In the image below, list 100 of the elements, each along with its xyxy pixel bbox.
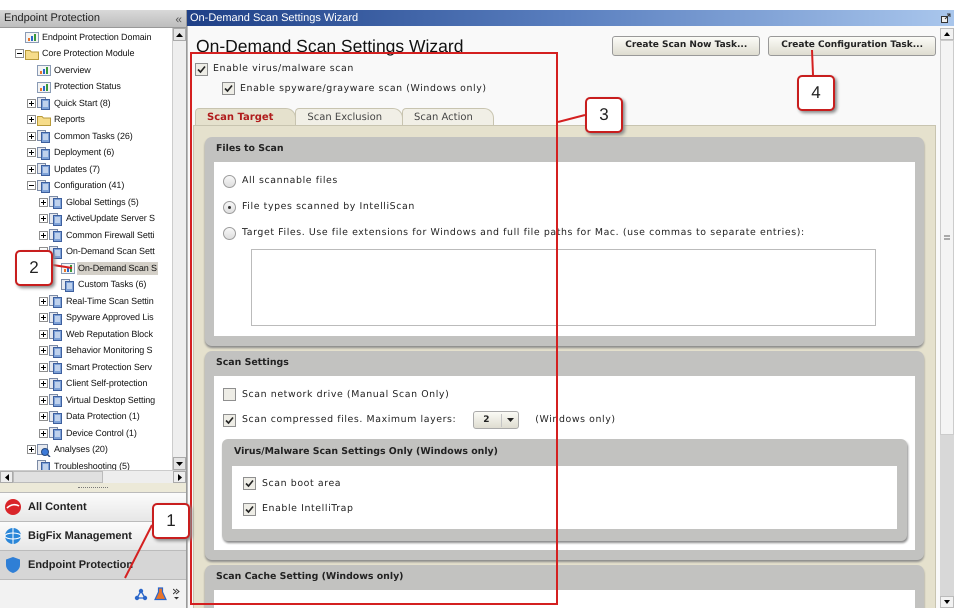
caret-icon xyxy=(507,418,514,422)
tree-item[interactable]: Device Control (1) xyxy=(65,426,138,440)
option-label: Enable spyware/grayware scan (Windows only) xyxy=(240,82,487,96)
expand-toggle-icon[interactable] xyxy=(26,445,36,454)
checkbox[interactable] xyxy=(222,82,235,95)
scroll-right-icon[interactable] xyxy=(178,474,182,480)
callout-tooltip: 1 xyxy=(152,503,190,539)
radio-button[interactable] xyxy=(223,226,236,240)
option-label: Enable virus/malware scan xyxy=(213,62,354,76)
window-title: On-Demand Scan Settings Wizard xyxy=(190,10,358,26)
scrollbar-grip-icon[interactable] xyxy=(944,235,950,240)
document-icon xyxy=(49,327,63,342)
tree-item[interactable]: Quick Start (8) xyxy=(53,96,112,110)
scroll-down-icon[interactable] xyxy=(176,462,183,466)
tree-item[interactable]: Virtual Desktop Setting xyxy=(65,394,156,407)
expand-toggle-icon[interactable] xyxy=(38,346,48,356)
create-task-button[interactable]: Create Scan Now Task... xyxy=(612,36,760,56)
checkbox[interactable] xyxy=(243,477,256,490)
tree-item[interactable]: Configuration (41) xyxy=(53,179,126,192)
expand-toggle-icon[interactable] xyxy=(38,330,48,339)
document-icon xyxy=(49,294,63,308)
expand-toggle-icon[interactable] xyxy=(26,115,36,124)
globe-icon xyxy=(4,527,22,545)
tab[interactable]: Scan Target xyxy=(195,108,296,125)
option-label: Scan compressed files. Maximum layers: xyxy=(242,413,456,428)
tree-item[interactable]: Common Tasks (26) xyxy=(53,130,134,143)
checkbox[interactable] xyxy=(223,414,236,427)
radio-button[interactable] xyxy=(223,174,236,188)
tree-item[interactable]: Core Protection Module xyxy=(41,47,136,60)
scroll-up-icon[interactable] xyxy=(176,32,183,36)
tab[interactable]: Scan Action xyxy=(402,108,494,125)
expand-toggle-icon[interactable] xyxy=(38,230,48,240)
flask-icon[interactable] xyxy=(154,587,167,601)
document-icon xyxy=(49,410,63,424)
expand-toggle-icon[interactable] xyxy=(38,296,48,306)
tree-item[interactable]: Real-Time Scan Settin xyxy=(65,294,155,308)
tree-item[interactable]: Protection Status xyxy=(53,80,122,94)
expand-toggle-icon[interactable] xyxy=(38,214,48,224)
vertical-scrollbar[interactable] xyxy=(940,28,954,608)
horizontal-scrollbar[interactable] xyxy=(0,470,186,483)
tree-item[interactable]: Client Self-protection xyxy=(65,377,148,390)
tree-item[interactable]: Endpoint Protection Domain xyxy=(41,30,152,44)
collapse-toggle-icon[interactable] xyxy=(26,181,36,190)
tree-item[interactable]: Custom Tasks (6) xyxy=(77,278,148,292)
document-icon xyxy=(49,426,63,440)
tree-item[interactable]: Reports xyxy=(53,113,86,126)
tree-item[interactable]: On-Demand Scan Sett xyxy=(65,245,156,258)
tree-item[interactable]: Updates (7) xyxy=(53,162,101,176)
network-icon[interactable] xyxy=(134,588,148,600)
tab[interactable]: Scan Exclusion xyxy=(295,108,404,125)
tree-item[interactable]: Deployment (6) xyxy=(53,146,116,160)
collapse-toggle-icon[interactable] xyxy=(14,49,24,58)
collapse-button[interactable]: « xyxy=(175,12,182,24)
expand-toggle-icon[interactable] xyxy=(26,98,36,108)
expand-toggle-icon[interactable] xyxy=(38,428,48,438)
restore-icon[interactable] xyxy=(941,13,951,23)
expand-toggle-icon[interactable] xyxy=(26,132,36,141)
tree-item[interactable]: Behavior Monitoring S xyxy=(65,344,154,358)
document-icon xyxy=(49,344,63,358)
analysis-icon xyxy=(37,442,51,457)
expand-toggle-icon[interactable] xyxy=(38,379,48,388)
document-icon xyxy=(37,178,51,193)
scroll-left-icon[interactable] xyxy=(4,474,8,480)
tree-item[interactable]: Spyware Approved Lis xyxy=(65,311,155,324)
tree-item[interactable]: Overview xyxy=(53,64,92,77)
expand-toggle-icon[interactable] xyxy=(38,198,48,207)
tree-item[interactable]: Web Reputation Block xyxy=(65,328,154,341)
create-task-button[interactable]: Create Configuration Task... xyxy=(768,36,936,56)
document-icon xyxy=(37,129,51,144)
radio-button[interactable] xyxy=(223,200,236,214)
tree-item[interactable]: Data Protection (1) xyxy=(65,410,141,424)
tree-item[interactable]: ActiveUpdate Server S xyxy=(65,212,156,226)
vertical-scrollbar[interactable] xyxy=(172,28,186,470)
expand-toggle-icon[interactable] xyxy=(38,412,48,422)
layers-dropdown[interactable]: 2 xyxy=(473,411,520,430)
checkbox[interactable] xyxy=(243,502,256,516)
leader-line xyxy=(811,50,814,76)
document-icon xyxy=(37,146,51,160)
tree-item[interactable]: On-Demand Scan S xyxy=(77,262,158,275)
expand-toggle-icon[interactable] xyxy=(26,164,36,174)
expand-toggle-icon[interactable] xyxy=(38,362,48,372)
tree-item[interactable]: Analyses (20) xyxy=(53,443,109,456)
shield-icon xyxy=(4,556,22,574)
document-icon xyxy=(37,96,51,110)
expand-toggle-icon[interactable] xyxy=(38,396,48,405)
tree-item[interactable]: Common Firewall Setti xyxy=(65,228,156,242)
checkbox[interactable] xyxy=(223,388,236,402)
document-icon xyxy=(49,376,63,391)
tree-item[interactable]: Global Settings (5) xyxy=(65,196,140,209)
expand-toggle-icon[interactable] xyxy=(26,148,36,158)
checkbox[interactable] xyxy=(195,62,208,76)
logo-icon xyxy=(4,498,22,516)
expand-toggle-icon[interactable] xyxy=(38,313,48,322)
leader-line xyxy=(52,264,72,269)
tree-item[interactable]: Smart Protection Serv xyxy=(65,360,153,374)
chevron-icon[interactable] xyxy=(173,588,180,600)
document-icon xyxy=(49,212,63,226)
scroll-up-icon[interactable] xyxy=(944,32,950,36)
chart-icon xyxy=(37,80,51,94)
scroll-down-icon[interactable] xyxy=(944,600,950,604)
